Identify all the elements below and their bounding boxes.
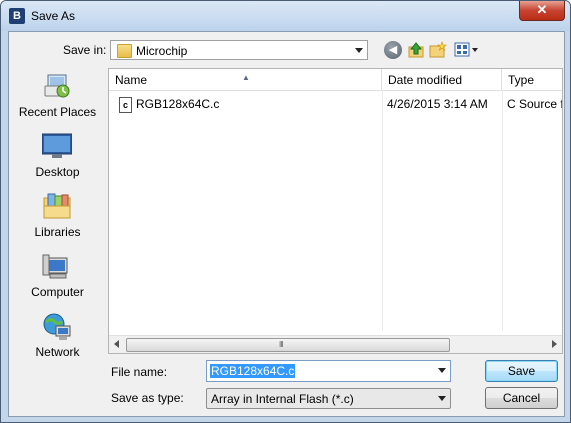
chevron-down-icon[interactable] [438, 368, 446, 373]
save-in-value: Microchip [136, 44, 188, 58]
close-button[interactable]: ✕ [519, 1, 565, 21]
sort-ascending-icon: ▲ [242, 73, 250, 82]
folder-icon [117, 44, 132, 58]
recent-places-icon [42, 72, 72, 100]
scrollbar-thumb[interactable]: III [126, 338, 450, 352]
place-libraries[interactable]: Libraries [9, 190, 106, 246]
save-as-type-value: Array in Internal Flash (*.c) [211, 392, 354, 406]
scroll-left-icon[interactable] [114, 340, 119, 348]
up-folder-icon[interactable] [407, 41, 425, 59]
place-recent-places[interactable]: Recent Places [9, 70, 106, 126]
file-name-label: File name: [111, 365, 168, 379]
places-bar: Recent Places Desktop Libraries Computer [9, 68, 106, 380]
chevron-down-icon [355, 48, 363, 53]
place-computer[interactable]: Computer [9, 250, 106, 306]
chevron-down-icon [438, 396, 446, 401]
back-icon[interactable]: ◀ [384, 41, 402, 59]
place-label: Recent Places [18, 105, 97, 119]
save-in-label: Save in: [63, 43, 107, 57]
cancel-button[interactable]: Cancel [485, 387, 558, 409]
file-name-input[interactable]: RGB128x64C.c [206, 360, 451, 382]
file-row[interactable]: c RGB128x64C.c 4/26/2015 3:14 AM C Sourc… [109, 95, 562, 113]
column-divider [502, 91, 503, 331]
computer-icon [42, 252, 72, 280]
save-as-type-label: Save as type: [111, 391, 184, 405]
place-label: Network [35, 345, 80, 359]
place-label: Desktop [35, 165, 80, 179]
save-as-dialog: B Save As ✕ Save in: Microchip ◀ Recent … [0, 0, 571, 423]
file-date-cell: 4/26/2015 3:14 AM [387, 97, 488, 111]
horizontal-scrollbar[interactable]: III [109, 335, 562, 353]
file-type-cell: C Source f [507, 97, 563, 111]
save-in-dropdown[interactable]: Microchip [110, 40, 368, 60]
libraries-icon [42, 192, 72, 220]
view-menu-icon[interactable] [454, 41, 480, 59]
column-label: Name [115, 73, 148, 87]
scroll-right-icon[interactable] [552, 340, 557, 348]
close-icon: ✕ [536, 2, 548, 17]
save-as-type-dropdown[interactable]: Array in Internal Flash (*.c) [206, 388, 451, 409]
file-list[interactable]: Name ▲ Date modified Type c RGB128x64C.c… [108, 68, 563, 354]
new-folder-icon[interactable] [429, 41, 447, 59]
place-label: Libraries [34, 225, 81, 239]
scrollbar-grip: III [279, 340, 284, 349]
place-desktop[interactable]: Desktop [9, 130, 106, 186]
network-icon [42, 312, 72, 340]
save-button[interactable]: Save [485, 360, 558, 382]
column-label: Type [508, 73, 535, 87]
column-header-type[interactable]: Type [502, 69, 562, 91]
column-header-date-modified[interactable]: Date modified [382, 69, 502, 91]
c-source-file-icon: c [119, 97, 132, 113]
place-label: Computer [31, 285, 84, 299]
desktop-icon [41, 132, 73, 160]
place-network[interactable]: Network [9, 310, 106, 366]
app-icon: B [9, 8, 25, 24]
file-name-value: RGB128x64C.c [210, 364, 296, 378]
title-bar[interactable]: B Save As ✕ [1, 1, 570, 31]
column-divider [382, 91, 383, 331]
dialog-body: Save in: Microchip ◀ Recent Places Deskt… [8, 31, 565, 417]
column-header-name[interactable]: Name ▲ [109, 69, 382, 91]
file-name-cell: RGB128x64C.c [136, 97, 220, 111]
column-label: Date modified [388, 73, 463, 87]
window-title: Save As [31, 9, 76, 23]
